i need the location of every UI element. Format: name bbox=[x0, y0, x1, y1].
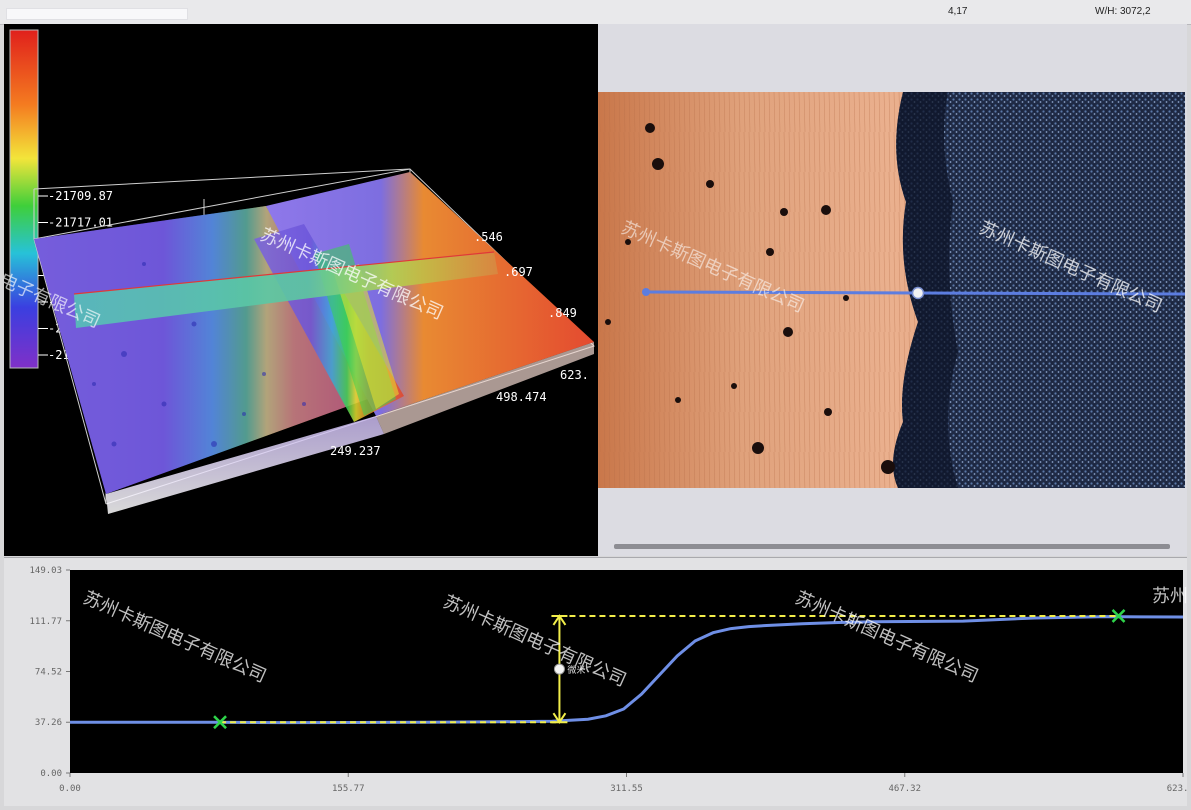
axis-label-z-2: .697 bbox=[504, 265, 533, 279]
x-axis: 0.00 155.77 311.55 467.32 623.09 bbox=[59, 773, 1191, 794]
axis-label-z-1: .546 bbox=[474, 230, 503, 244]
image-view-pane: 苏州卡斯图电子有限公司 苏州卡斯图电子有限公司 bbox=[598, 24, 1187, 556]
color-scale-label: -21717.01 bbox=[48, 216, 113, 230]
image-size-readout: W/H: 3072,2 bbox=[1095, 6, 1151, 17]
status-field bbox=[6, 8, 188, 20]
y-tick-label: 74.52 bbox=[35, 667, 62, 677]
y-tick-label: 37.26 bbox=[35, 718, 62, 728]
y-tick-label: 149.03 bbox=[29, 566, 62, 576]
axis-label-y-end: 623. bbox=[560, 368, 589, 382]
x-tick-label: 623.09 bbox=[1167, 784, 1187, 794]
axis-label-y-mid: 498.474 bbox=[496, 390, 547, 404]
watermark-profile-partial: 苏州 bbox=[1152, 586, 1187, 606]
y-tick-label: 111.77 bbox=[29, 617, 62, 627]
x-tick-label: 467.32 bbox=[888, 784, 921, 794]
x-tick-label: 155.77 bbox=[332, 784, 365, 794]
measure-handle[interactable] bbox=[553, 663, 565, 675]
section-line-start-handle[interactable] bbox=[642, 288, 650, 296]
x-tick-label: 0.00 bbox=[59, 784, 81, 794]
y-tick-label: 0.00 bbox=[40, 769, 62, 779]
surface-3d-view[interactable]: -21709.87-21717.01-21724.22-21731.40-217… bbox=[4, 24, 598, 556]
x-tick-label: 311.55 bbox=[610, 784, 643, 794]
axis-label-x-mid: 249.237 bbox=[330, 444, 381, 458]
y-axis: 149.03 111.77 74.52 37.26 0.00 bbox=[29, 566, 70, 779]
coordinate-readout: 4,17 bbox=[948, 6, 968, 17]
status-bar: 4,17 W/H: 3072,2 bbox=[0, 0, 1191, 25]
profile-chart-panel: 149.03 111.77 74.52 37.26 0.00 0.00 155.77 311… bbox=[4, 557, 1191, 806]
section-line-mid-handle[interactable] bbox=[911, 286, 925, 300]
color-scale-label: -21709.87 bbox=[48, 189, 113, 203]
horizontal-scrollbar[interactable] bbox=[614, 544, 1170, 549]
micrograph-image[interactable]: 苏州卡斯图电子有限公司 苏州卡斯图电子有限公司 bbox=[598, 92, 1185, 488]
profile-chart[interactable]: 149.03 111.77 74.52 37.26 0.00 0.00 155.77 311… bbox=[4, 558, 1191, 806]
surface-3d-canvas[interactable]: -21709.87-21717.01-21724.22-21731.40-217… bbox=[4, 24, 598, 556]
axis-label-z-3: .849 bbox=[548, 306, 577, 320]
